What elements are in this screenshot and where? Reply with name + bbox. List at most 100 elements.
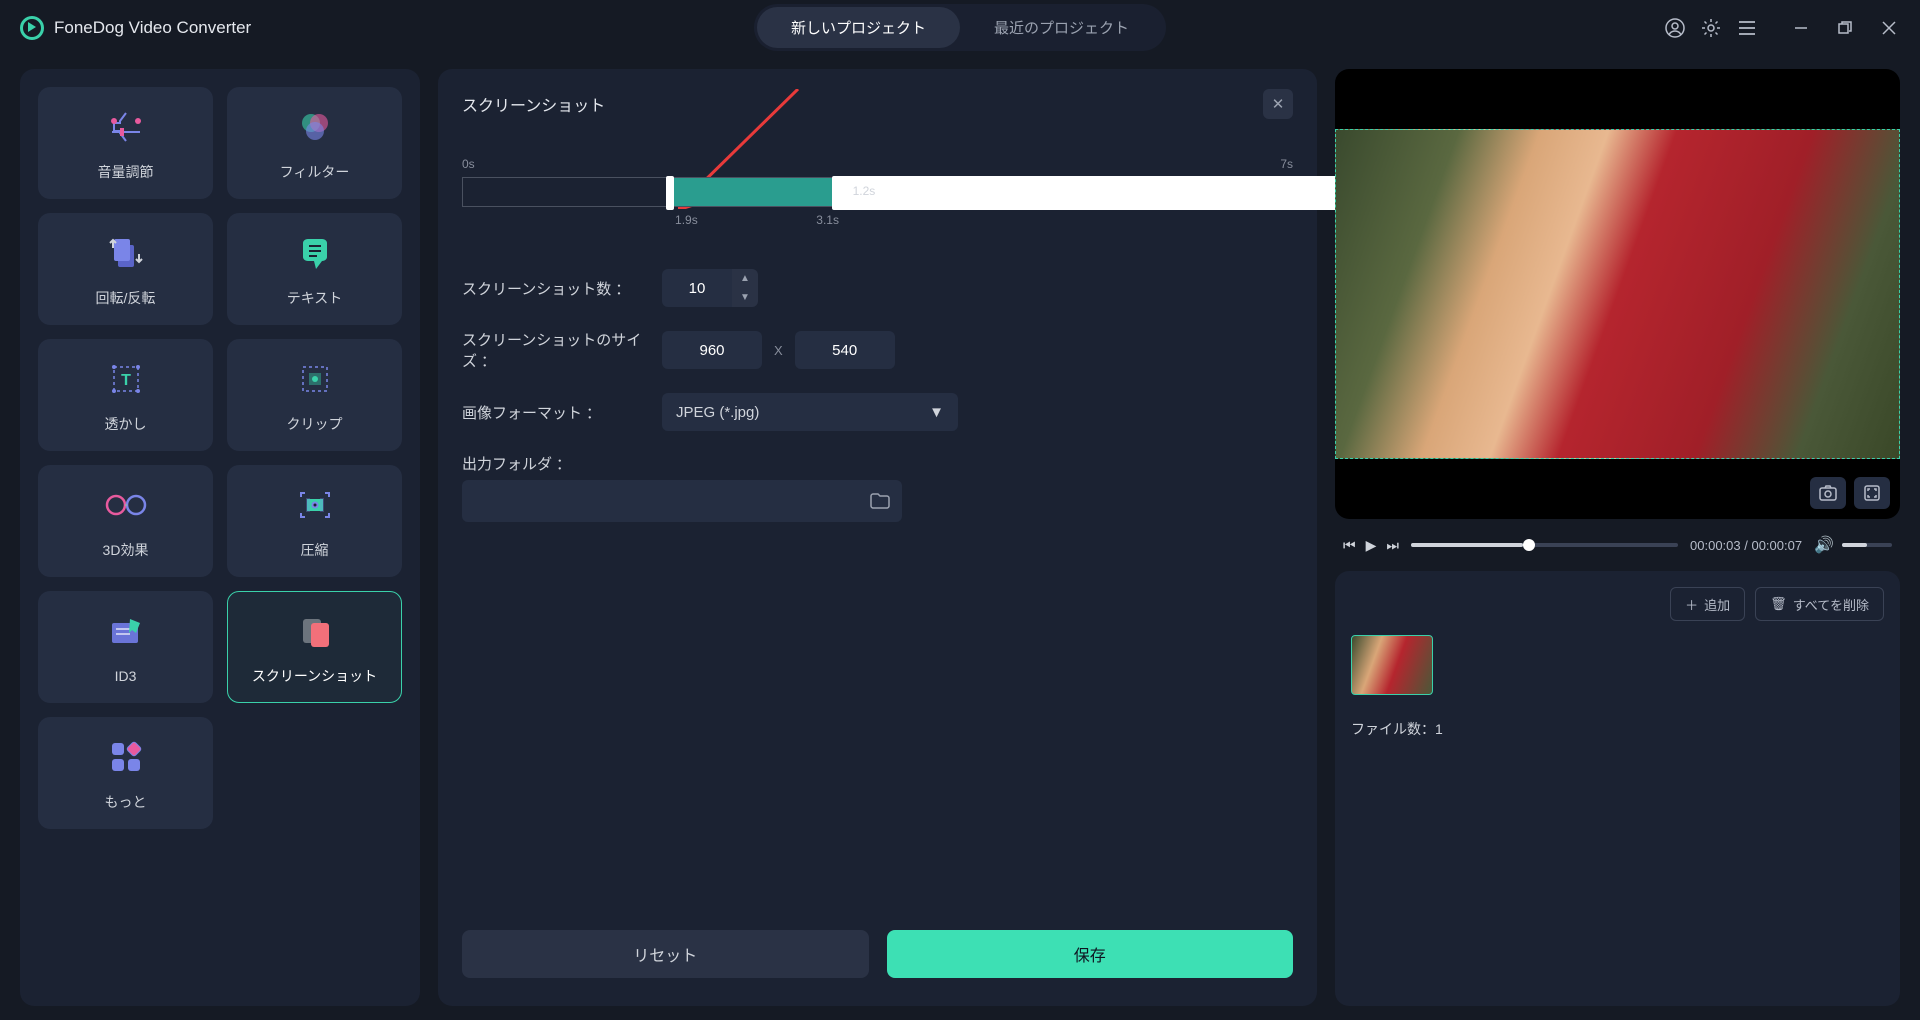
filelist-actions: ＋追加 🗑すべてを削除: [1351, 587, 1884, 621]
preview-frame: [1335, 129, 1900, 459]
main: 音量調節 フィルター 回転/反転 テキスト T 透かし クリップ: [0, 55, 1920, 1020]
width-input[interactable]: [662, 331, 762, 369]
tool-compress[interactable]: 圧縮: [227, 465, 402, 577]
file-thumbnail[interactable]: [1351, 635, 1433, 695]
panel-title: スクリーンショット: [462, 92, 605, 116]
time-current: 00:00:03: [1690, 538, 1741, 553]
settings-panel: スクリーンショット ✕ 0s 7s 1.2s 1.9s 3.1s スクリーンショ…: [438, 69, 1317, 1006]
window-controls: [1790, 17, 1900, 39]
tool-text[interactable]: テキスト: [227, 213, 402, 325]
3d-icon: [103, 482, 149, 528]
right-column: ⏮ ▶ ⏭ 00:00:03 / 00:00:07 🔊 ＋追加 🗑すべてを削除: [1335, 69, 1900, 1006]
add-file-button[interactable]: ＋追加: [1670, 587, 1745, 621]
tool-label: フィルター: [280, 162, 350, 182]
playback-controls: ⏮ ▶ ⏭ 00:00:03 / 00:00:07 🔊: [1335, 535, 1900, 555]
tick-end: 3.1s: [816, 213, 839, 227]
tool-clip[interactable]: クリップ: [227, 339, 402, 451]
tool-filter[interactable]: フィルター: [227, 87, 402, 199]
size-label: スクリーンショットのサイズ：: [462, 329, 662, 371]
tool-screenshot[interactable]: スクリーンショット: [227, 591, 402, 703]
height-input[interactable]: [795, 331, 895, 369]
account-icon[interactable]: [1664, 17, 1686, 39]
count-input[interactable]: [662, 269, 732, 307]
tool-volume[interactable]: 音量調節: [38, 87, 213, 199]
text-icon: [292, 230, 338, 276]
logo-icon: [20, 16, 44, 40]
seek-bar[interactable]: [1411, 543, 1678, 547]
tool-label: 3D効果: [103, 540, 149, 560]
next-frame-button[interactable]: ⏭: [1386, 537, 1399, 554]
tool-label: 音量調節: [98, 162, 154, 182]
stepper-up[interactable]: ▲: [732, 269, 758, 288]
app-name: FoneDog Video Converter: [54, 18, 251, 38]
menu-icon[interactable]: [1736, 17, 1758, 39]
trash-icon: 🗑: [1770, 596, 1787, 612]
tool-3d[interactable]: 3D効果: [38, 465, 213, 577]
seek-thumb[interactable]: [1523, 539, 1535, 551]
row-format: 画像フォーマット： JPEG (*.jpg) ▼: [462, 393, 1293, 431]
maximize-button[interactable]: [1834, 17, 1856, 39]
settings-icon[interactable]: [1700, 17, 1722, 39]
tab-recent-project[interactable]: 最近のプロジェクト: [960, 7, 1163, 48]
folder-browse-icon[interactable]: [870, 493, 890, 509]
play-button[interactable]: ▶: [1366, 537, 1377, 554]
timeline-range: 0s 7s: [462, 157, 1293, 171]
delete-all-button[interactable]: 🗑すべてを削除: [1755, 587, 1884, 621]
timeline-duration: 1.2s: [853, 184, 876, 198]
tool-watermark[interactable]: T 透かし: [38, 339, 213, 451]
project-tabs: 新しいプロジェクト 最近のプロジェクト: [754, 4, 1166, 51]
tool-more[interactable]: もっと: [38, 717, 213, 829]
reset-button[interactable]: リセット: [462, 930, 869, 978]
file-list-panel: ＋追加 🗑すべてを削除 ファイル数：1: [1335, 571, 1900, 1006]
tool-id3[interactable]: ID3: [38, 591, 213, 703]
time-display: 00:00:03 / 00:00:07: [1690, 538, 1802, 553]
video-preview: [1335, 69, 1900, 519]
timeline-end: 7s: [1280, 157, 1293, 171]
timeline-start: 0s: [462, 157, 475, 171]
tool-label: スクリーンショット: [252, 666, 377, 686]
snapshot-button[interactable]: [1810, 477, 1846, 509]
count-label: スクリーンショット数：: [462, 278, 662, 299]
close-button[interactable]: [1878, 17, 1900, 39]
tool-label: 回転/反転: [96, 288, 156, 308]
header: FoneDog Video Converter 新しいプロジェクト 最近のプロジ…: [0, 0, 1920, 55]
panel-close-button[interactable]: ✕: [1263, 89, 1293, 119]
tool-rotate[interactable]: 回転/反転: [38, 213, 213, 325]
transport: ⏮ ▶ ⏭: [1343, 537, 1399, 554]
seek-fill: [1411, 543, 1523, 547]
panel-header: スクリーンショット ✕: [462, 89, 1293, 119]
screenshot-icon: [292, 608, 338, 654]
timeline-track[interactable]: 1.2s: [462, 177, 1293, 207]
tool-label: ID3: [115, 668, 137, 684]
header-right: [1664, 17, 1900, 39]
timeline-handle-end[interactable]: [832, 176, 1397, 210]
timeline-handle-start[interactable]: [666, 176, 674, 210]
minimize-button[interactable]: [1790, 17, 1812, 39]
volume-slider[interactable]: [1842, 543, 1892, 547]
count-stepper: ▲ ▼: [732, 269, 758, 307]
folder-label: 出力フォルダ：: [462, 453, 1293, 474]
volume-icon: [103, 104, 149, 150]
tool-label: 透かし: [105, 414, 147, 434]
format-value: JPEG (*.jpg): [676, 404, 759, 421]
rotate-icon: [103, 230, 149, 276]
volume-icon[interactable]: 🔊: [1814, 535, 1834, 555]
tool-label: 圧縮: [301, 540, 329, 560]
preview-buttons: [1810, 477, 1890, 509]
folder-input[interactable]: [462, 480, 902, 522]
row-folder: 出力フォルダ：: [462, 453, 1293, 522]
tab-new-project[interactable]: 新しいプロジェクト: [757, 7, 960, 48]
fullscreen-button[interactable]: [1854, 477, 1890, 509]
format-select[interactable]: JPEG (*.jpg) ▼: [662, 393, 958, 431]
size-separator: X: [774, 343, 783, 358]
timeline-selection: [670, 178, 836, 206]
save-button[interactable]: 保存: [887, 930, 1294, 978]
svg-text:T: T: [121, 372, 131, 389]
tool-label: もっと: [105, 792, 147, 812]
format-label: 画像フォーマット：: [462, 402, 662, 423]
row-count: スクリーンショット数： ▲ ▼: [462, 269, 1293, 307]
stepper-down[interactable]: ▼: [732, 288, 758, 307]
row-size: スクリーンショットのサイズ： X: [462, 329, 1293, 371]
clip-icon: [292, 356, 338, 402]
prev-frame-button[interactable]: ⏮: [1343, 537, 1356, 554]
